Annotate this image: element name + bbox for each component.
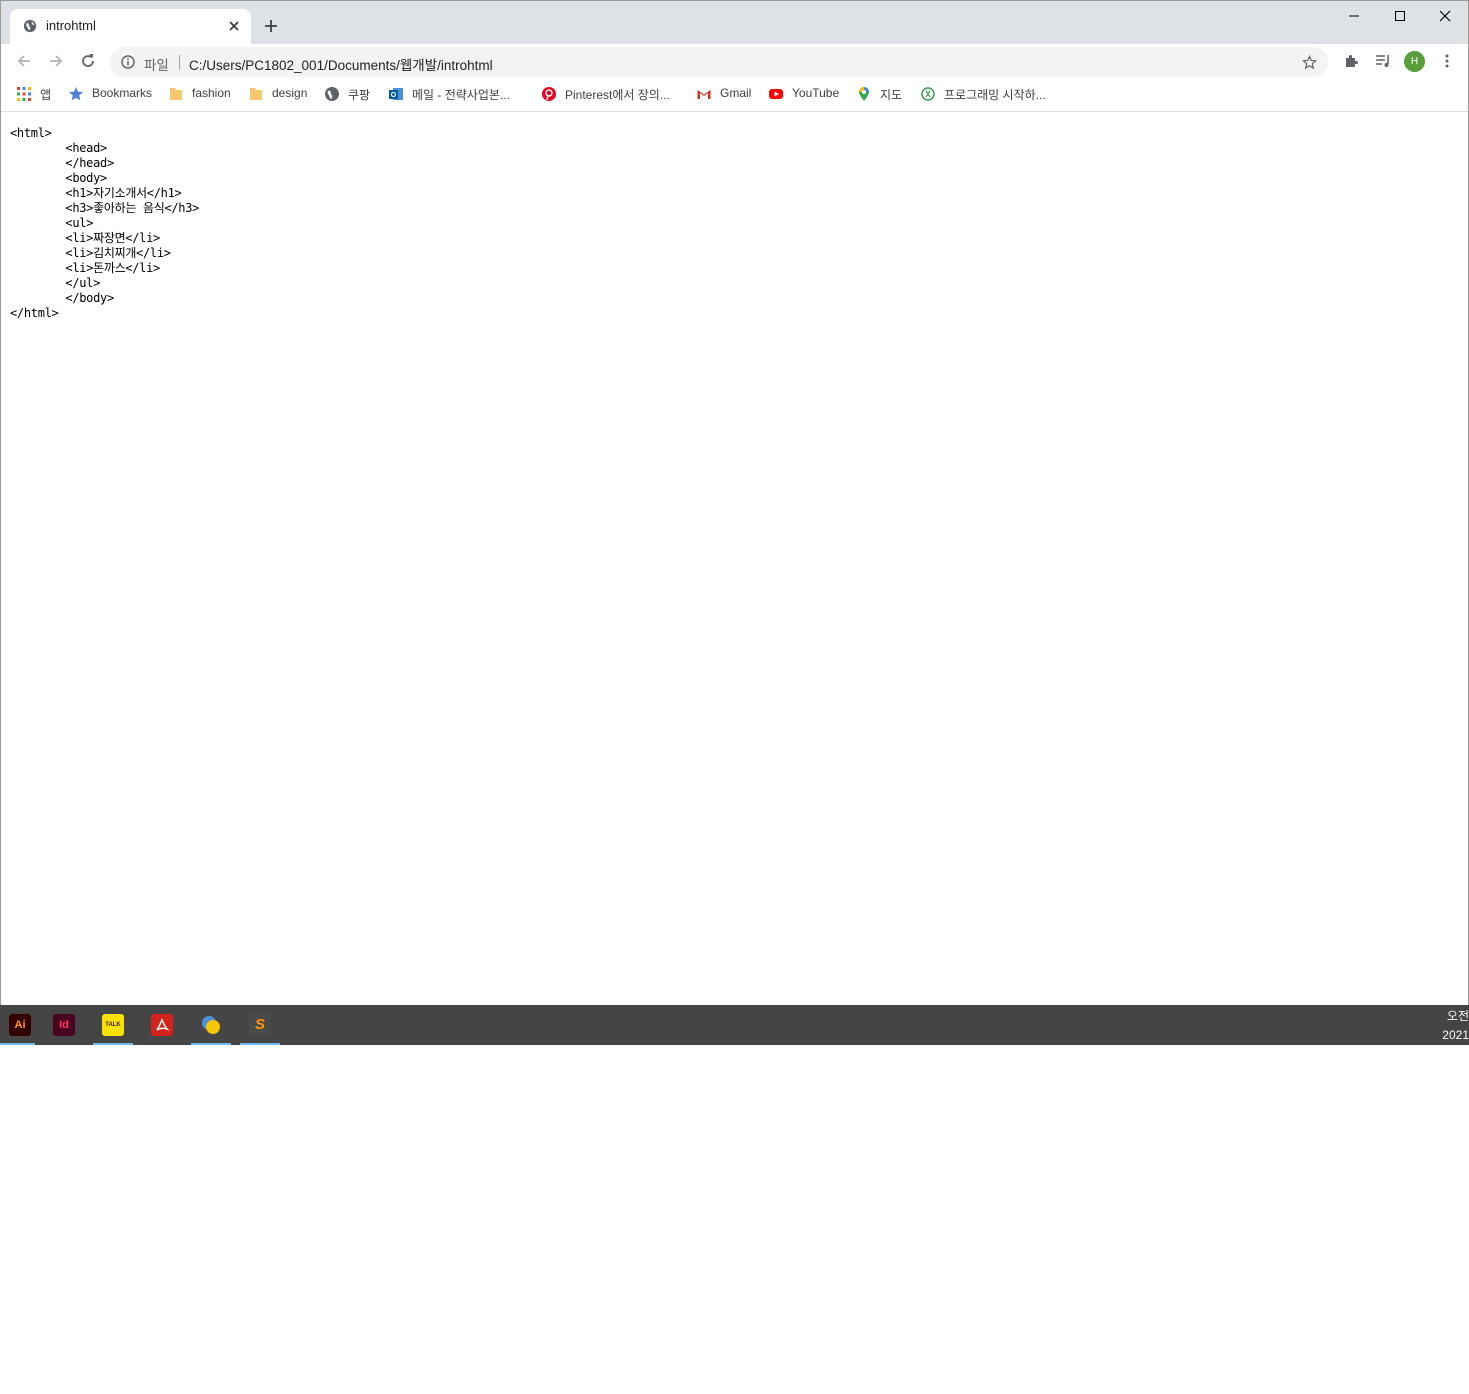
omnibox-separator	[179, 55, 180, 70]
source-line: <li>짜장면</li>	[10, 231, 160, 245]
close-icon	[1439, 10, 1451, 22]
source-text: <html> <head> </head> <body> <h1>자기소개서</…	[10, 126, 199, 321]
media-controls-icon[interactable]	[1375, 53, 1391, 69]
source-line: </head>	[10, 156, 114, 170]
acrobat-icon	[151, 1014, 173, 1036]
source-line: <h1>자기소개서</h1>	[10, 186, 182, 200]
illustrator-icon: Ai	[9, 1014, 31, 1036]
active-indicator	[0, 1043, 35, 1045]
taskbar-indesign[interactable]: Id	[44, 1005, 84, 1045]
scheme-label: 파일	[144, 58, 169, 73]
chrome-canary-icon	[202, 1016, 220, 1034]
tab-introhtml[interactable]: introhtml	[10, 9, 251, 44]
system-clock[interactable]: 오전 2021	[1442, 1007, 1469, 1045]
tab-title: introhtml	[46, 18, 96, 33]
clock-date: 2021	[1442, 1028, 1469, 1042]
address-bar[interactable]: 파일 C:/Users/PC1802_001/Documents/웹개발/int…	[110, 47, 1328, 77]
minimize-button[interactable]	[1331, 5, 1377, 27]
apps-grid-icon	[17, 87, 31, 101]
source-line: <li>돈까스</li>	[10, 261, 160, 275]
taskbar-acrobat[interactable]	[142, 1005, 182, 1045]
star-icon	[69, 87, 83, 101]
browser-window: introhtml 파일 C:/Users/PC1802_001/Documen…	[0, 0, 1469, 1006]
folder-icon	[250, 88, 262, 100]
globe-icon	[325, 87, 339, 101]
active-indicator	[93, 1043, 133, 1045]
outlook-icon: O	[389, 88, 403, 100]
globe-icon	[23, 19, 37, 33]
close-tab-icon[interactable]	[226, 18, 242, 34]
extensions-icon[interactable]	[1343, 53, 1359, 69]
source-line: <h3>좋아하는 음식</h3>	[10, 201, 200, 215]
forward-arrow-icon[interactable]	[47, 52, 65, 70]
source-line: <body>	[10, 171, 107, 185]
taskbar-chrome-canary[interactable]	[191, 1005, 231, 1045]
toolbar: 파일 C:/Users/PC1802_001/Documents/웹개발/int…	[1, 44, 1468, 79]
url-text[interactable]: C:/Users/PC1802_001/Documents/웹개발/introh…	[189, 54, 493, 74]
source-line: <head>	[10, 141, 107, 155]
source-line: <li>김치찌개</li>	[10, 246, 171, 260]
profile-avatar[interactable]: H	[1404, 51, 1425, 72]
active-indicator	[191, 1043, 231, 1045]
info-icon[interactable]	[121, 55, 135, 69]
indesign-icon: Id	[53, 1014, 75, 1036]
taskbar-kakaotalk[interactable]: TALK	[93, 1005, 133, 1045]
pinterest-icon	[542, 87, 556, 101]
svg-text:O: O	[391, 92, 397, 99]
maximize-icon	[1395, 11, 1405, 21]
reload-icon[interactable]	[79, 52, 97, 70]
kakaotalk-icon: TALK	[102, 1014, 124, 1036]
source-line: </html>	[10, 306, 59, 320]
taskbar-illustrator[interactable]: Ai	[0, 1005, 40, 1045]
new-tab-icon[interactable]	[263, 18, 279, 34]
source-line: </body>	[10, 291, 114, 305]
kakaotalk-label: TALK	[105, 1022, 121, 1028]
maximize-button[interactable]	[1377, 5, 1423, 27]
taskbar-sublime-text[interactable]: S	[240, 1005, 280, 1045]
youtube-icon	[769, 89, 783, 99]
maps-pin-icon	[859, 87, 869, 101]
back-arrow-icon[interactable]	[15, 52, 33, 70]
clock-period: 오전	[1446, 1009, 1469, 1023]
source-line: <ul>	[10, 216, 94, 230]
close-window-button[interactable]	[1422, 5, 1468, 27]
source-line: <html>	[10, 126, 52, 140]
source-line: </ul>	[10, 276, 101, 290]
page-content: <html> <head> </head> <body> <h1>자기소개서</…	[1, 112, 1468, 1006]
menu-kebab-icon[interactable]	[1439, 53, 1455, 69]
gmail-icon	[697, 90, 711, 99]
bookmark-star-icon[interactable]	[1302, 55, 1317, 70]
site-icon	[921, 87, 935, 101]
folder-icon	[170, 88, 182, 100]
tab-strip: introhtml	[1, 1, 1468, 44]
sublime-text-icon: S	[249, 1014, 271, 1036]
bookmarks-bar: 앱 Bookmarks fashion design 쿠팡 O 메일 - 전략사…	[1, 79, 1468, 112]
active-indicator	[240, 1043, 280, 1045]
taskbar: Ai Id TALK S 오전 2021	[0, 1005, 1469, 1045]
minimize-icon	[1349, 15, 1359, 17]
